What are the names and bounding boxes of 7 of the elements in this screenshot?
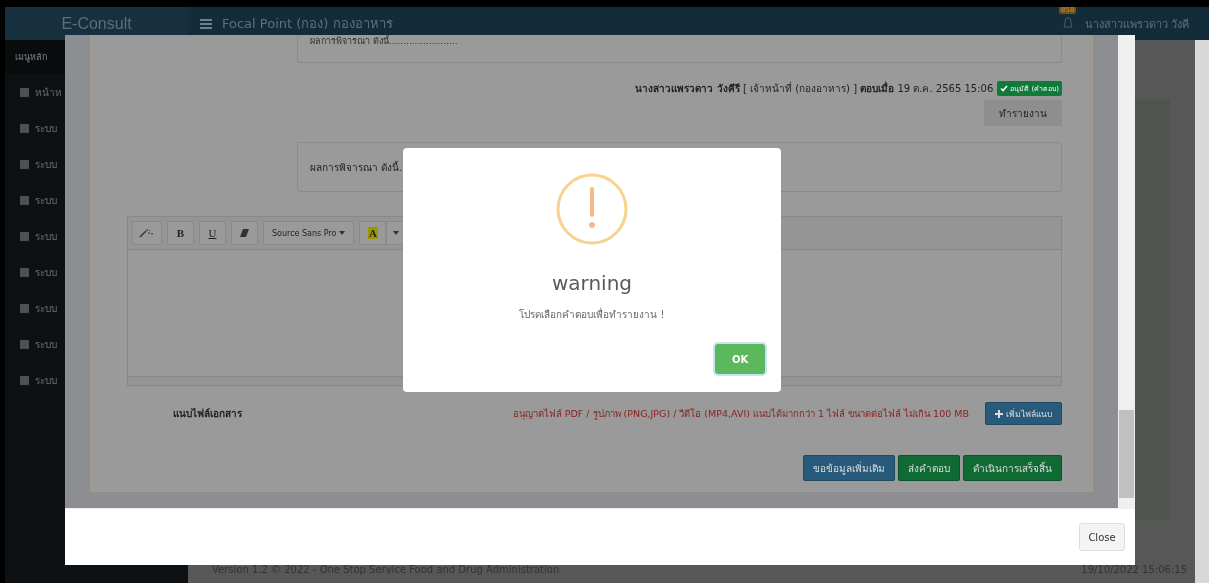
- previous-answer: ผลการพิจารณา ดังนี้........................: [297, 35, 1062, 63]
- file-rules-note: อนุญาตไฟล์ PDF / รูปภาพ (PNG,JPG) / วีดีโอ (MP4,AVI) แนบได้มากกว่า 1 ไฟล์ ขนาดต่อไฟล์ ไม่เกิน 100 MB: [511, 407, 969, 421]
- reply-info: นางสาวแพรวดาว วังคีรี [ เจ้าหน้าที่ (กองอาหาร) ] ตอบเมื่อ 19 ต.ค. 2565 15:06: [635, 81, 994, 96]
- dialog-message: โปรดเลือกคำตอบเพื่อทำรายงาน !: [519, 307, 665, 322]
- dialog-title: warning: [551, 271, 633, 295]
- page-title: Focal Point (กอง) กองอาหาร: [222, 15, 393, 33]
- attach-label: แนบไฟล์เอกสาร: [173, 406, 243, 421]
